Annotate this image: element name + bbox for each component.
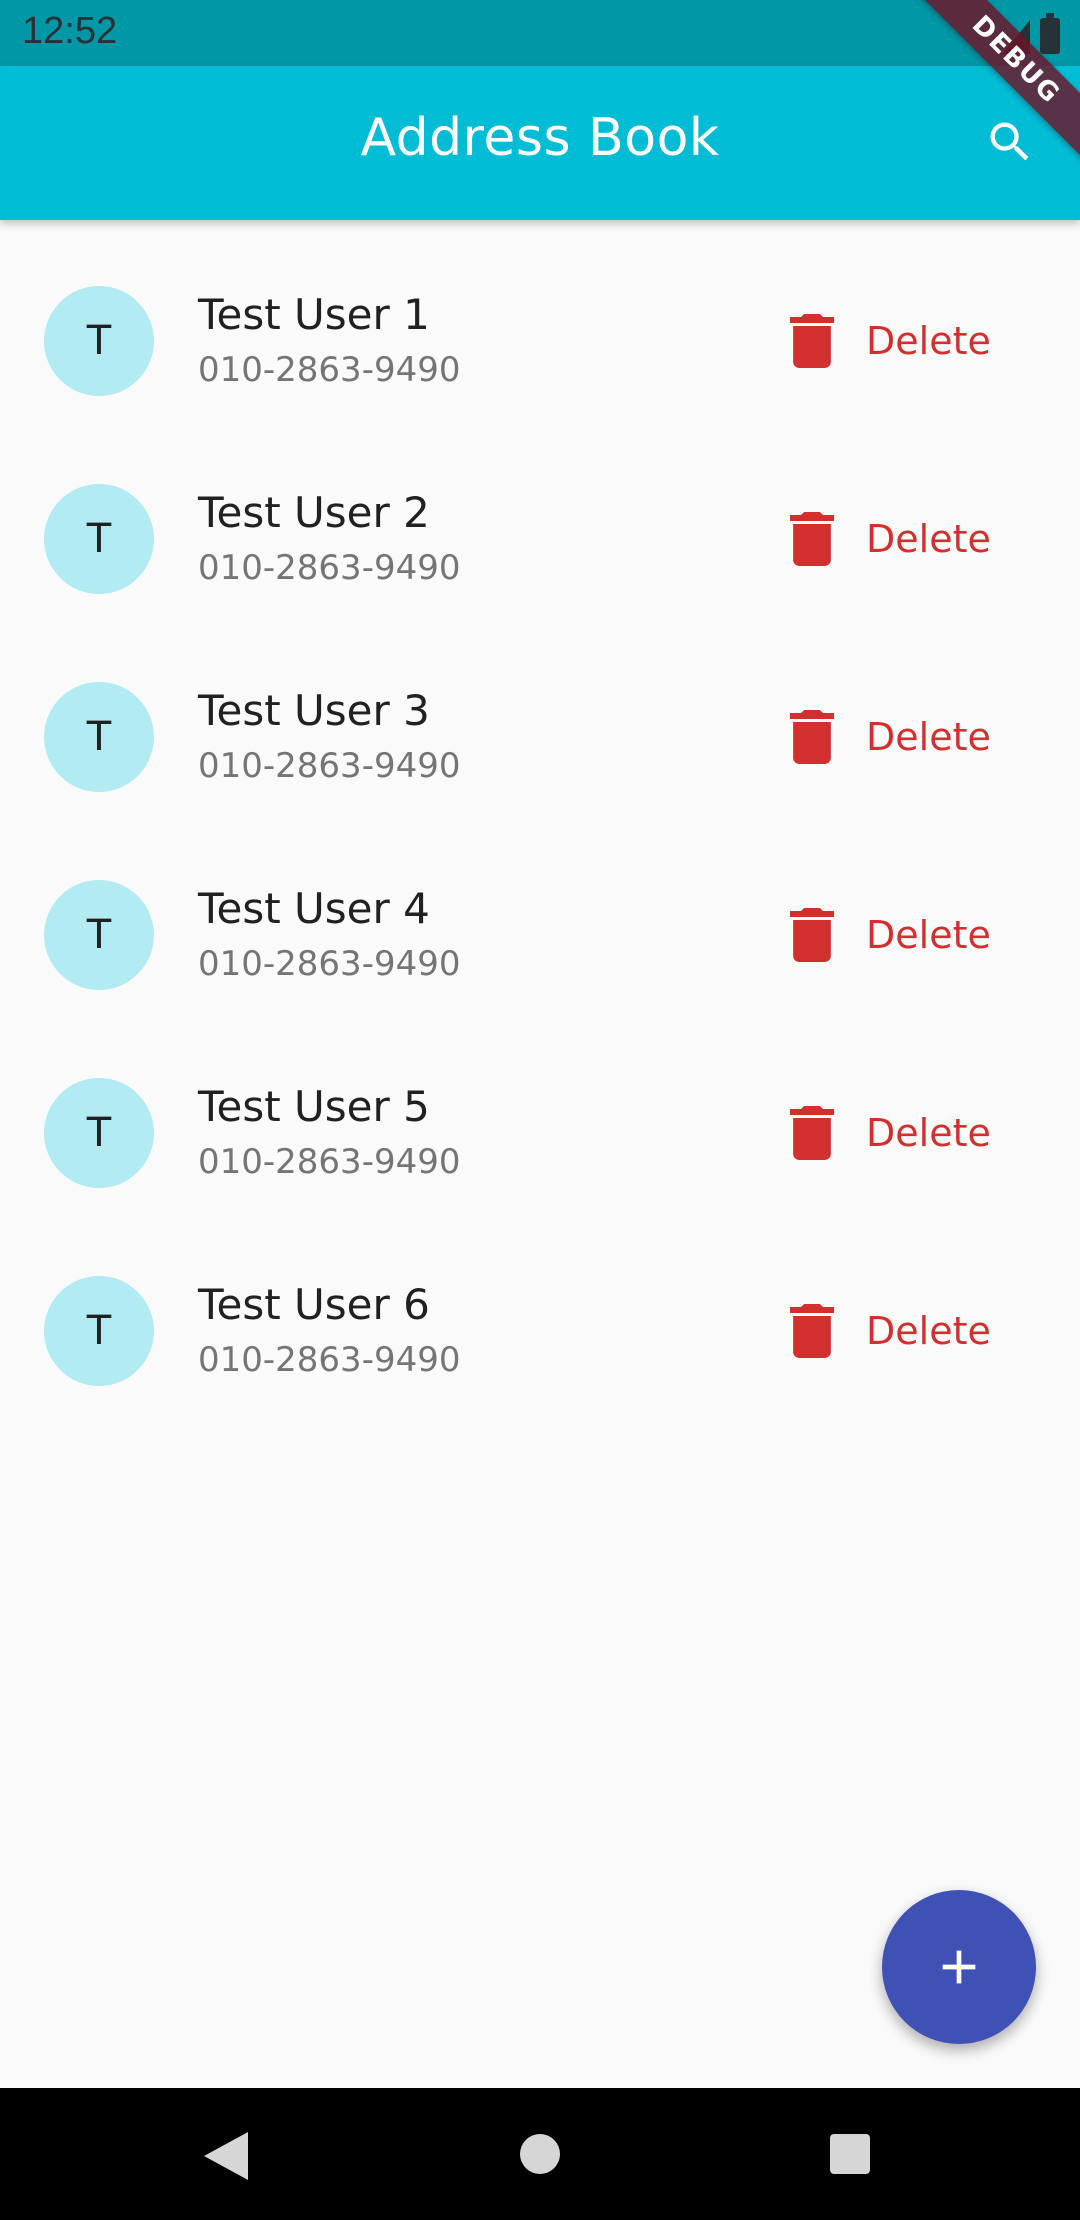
delete-button[interactable]: Delete — [790, 706, 991, 768]
search-icon — [990, 122, 1029, 161]
list-item[interactable]: T Test User 1 010-2863-9490 Delete — [0, 220, 1080, 418]
avatar: T — [44, 286, 154, 396]
recents-icon[interactable] — [830, 2134, 870, 2174]
add-contact-button[interactable] — [882, 1890, 1036, 2044]
list-item[interactable]: T Test User 4 010-2863-9490 Delete — [0, 814, 1080, 1012]
avatar: T — [44, 1276, 154, 1386]
status-bar: 12:52 — [0, 0, 1080, 66]
contact-phone: 010-2863-9490 — [198, 350, 461, 390]
avatar: T — [44, 880, 154, 990]
trash-icon — [790, 314, 834, 368]
contact-name: Test User 2 — [198, 488, 430, 537]
trash-icon — [790, 908, 834, 962]
trash-icon — [790, 1106, 834, 1160]
contact-phone: 010-2863-9490 — [198, 1340, 461, 1380]
delete-button[interactable]: Delete — [790, 1300, 991, 1362]
list-item[interactable]: T Test User 3 010-2863-9490 Delete — [0, 616, 1080, 814]
back-icon[interactable] — [204, 2132, 248, 2180]
list-item[interactable]: T Test User 5 010-2863-9490 Delete — [0, 1012, 1080, 1210]
list-item[interactable]: T Test User 2 010-2863-9490 Delete — [0, 418, 1080, 616]
delete-label: Delete — [866, 319, 991, 363]
contact-phone: 010-2863-9490 — [198, 548, 461, 588]
page-title: Address Book — [360, 108, 720, 168]
battery-icon — [1040, 13, 1060, 54]
contact-name: Test User 6 — [198, 1280, 430, 1329]
delete-label: Delete — [866, 715, 991, 759]
contact-phone: 010-2863-9490 — [198, 746, 461, 786]
contact-phone: 010-2863-9490 — [198, 944, 461, 984]
add-icon — [942, 1950, 976, 1984]
contact-list: T Test User 1 010-2863-9490 Delete T Tes… — [0, 220, 1080, 1408]
delete-button[interactable]: Delete — [790, 904, 991, 966]
app-bar: Address Book — [0, 66, 1080, 220]
delete-label: Delete — [866, 913, 991, 957]
delete-label: Delete — [866, 517, 991, 561]
delete-button[interactable]: Delete — [790, 1102, 991, 1164]
trash-icon — [790, 1304, 834, 1358]
status-time: 12:52 — [22, 10, 118, 52]
delete-button[interactable]: Delete — [790, 508, 991, 570]
screen: 12:52 Address Book DEBUG T Test User 1 0… — [0, 0, 1080, 2220]
list-item[interactable]: T Test User 6 010-2863-9490 Delete — [0, 1210, 1080, 1408]
avatar: T — [44, 1078, 154, 1188]
navigation-bar — [0, 2088, 1080, 2220]
contact-phone: 010-2863-9490 — [198, 1142, 461, 1182]
contact-name: Test User 5 — [198, 1082, 430, 1131]
avatar: T — [44, 682, 154, 792]
contact-name: Test User 3 — [198, 686, 430, 735]
contact-name: Test User 1 — [198, 290, 430, 339]
avatar: T — [44, 484, 154, 594]
delete-label: Delete — [866, 1111, 991, 1155]
contact-name: Test User 4 — [198, 884, 430, 933]
trash-icon — [790, 710, 834, 764]
home-icon[interactable] — [520, 2134, 560, 2174]
delete-button[interactable]: Delete — [790, 310, 991, 372]
delete-label: Delete — [866, 1309, 991, 1353]
search-button[interactable] — [980, 112, 1040, 172]
trash-icon — [790, 512, 834, 566]
